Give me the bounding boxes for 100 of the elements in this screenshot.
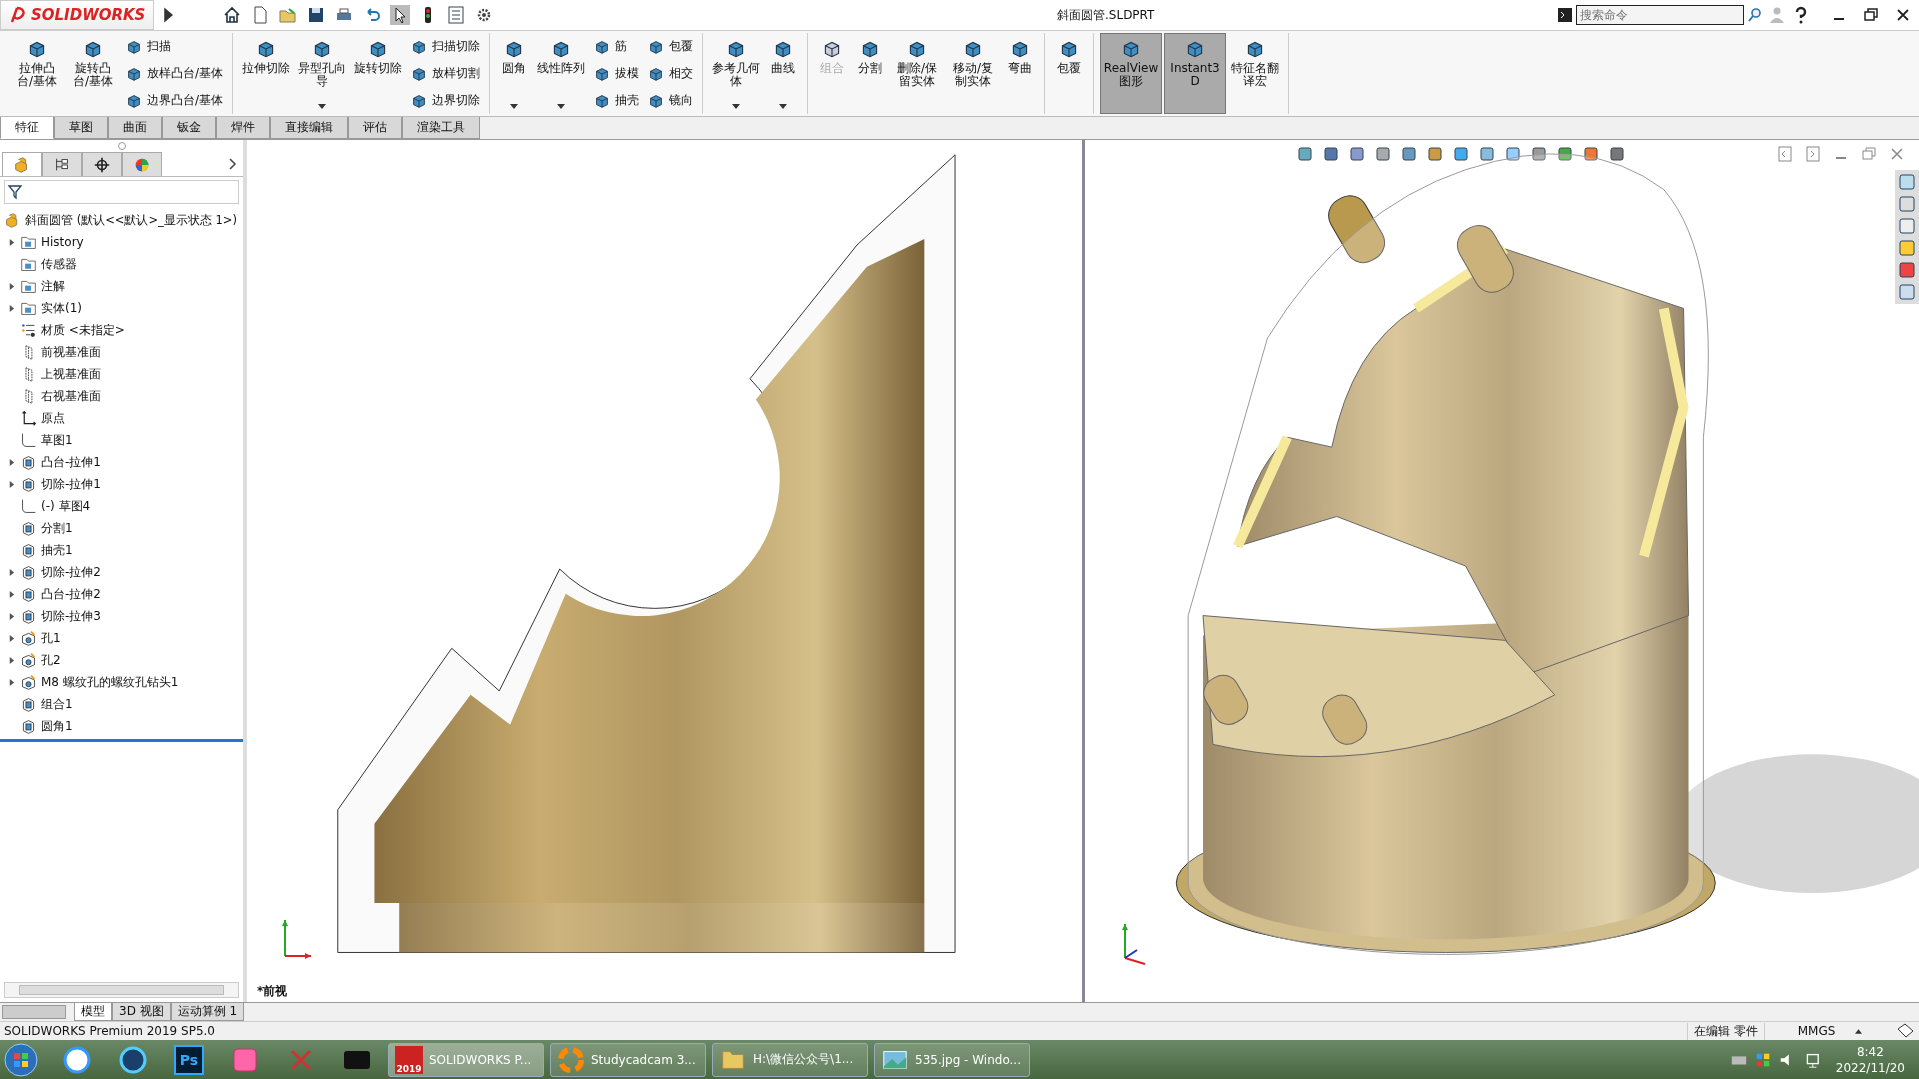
ribbon-button[interactable]: 特征名翻译宏 [1228, 33, 1283, 114]
ribbon-tab[interactable]: 直接编辑 [270, 117, 348, 139]
ribbon-button[interactable]: 抽壳 [590, 90, 643, 111]
horizontal-scrollbar[interactable] [4, 982, 239, 998]
ribbon-tab[interactable]: 焊件 [216, 117, 270, 139]
ribbon-button[interactable]: 镜向 [644, 90, 697, 111]
ribbon-tab[interactable]: 渲染工具 [402, 117, 480, 139]
expand-arrow-icon[interactable] [7, 281, 15, 291]
ribbon-button[interactable]: 拉伸凸台/基体 [10, 33, 64, 114]
tree-item[interactable]: 凸台-拉伸1 [41, 453, 101, 471]
ribbon-button[interactable]: 拔模 [590, 63, 643, 84]
tree-root-label[interactable]: 斜面圆管 (默认<<默认>_显示状态 1>) [25, 212, 237, 228]
ribbon-tab[interactable]: 草图 [54, 117, 108, 139]
open-folder-icon[interactable] [278, 5, 299, 25]
ribbon-button[interactable]: RealView图形 [1100, 33, 1163, 114]
tree-item[interactable]: 实体(1) [41, 299, 82, 317]
expand-arrow-icon[interactable] [7, 633, 15, 643]
tree-item[interactable]: 凸台-拉伸2 [41, 585, 101, 603]
tree-item[interactable]: 圆角1 [41, 717, 73, 735]
tree-item[interactable]: M8 螺纹孔的螺纹孔钻头1 [41, 673, 179, 691]
expand-arrow-icon[interactable] [7, 567, 15, 577]
tree-item[interactable]: 传感器 [41, 255, 77, 273]
model-tab[interactable]: 运动算例 1 [170, 1003, 245, 1021]
clock-date[interactable]: 2022/11/20 [1835, 1059, 1905, 1076]
ribbon-tab[interactable]: 评估 [348, 117, 402, 139]
tree-item[interactable]: 切除-拉伸3 [41, 607, 101, 625]
ribbon-button[interactable]: 异型孔向导 [295, 33, 350, 114]
model-tab[interactable]: 模型 [74, 1003, 112, 1021]
ribbon-button[interactable]: 包覆 [1051, 33, 1088, 114]
chevron-right-icon[interactable] [227, 157, 237, 171]
expand-arrow-icon[interactable] [7, 655, 15, 665]
ribbon-button[interactable]: 边界切除 [407, 90, 484, 111]
expand-arrow-icon[interactable] [7, 589, 15, 599]
task-pane-icon[interactable] [1897, 194, 1917, 214]
panel-tab[interactable] [82, 152, 122, 176]
ribbon-button[interactable]: 放样切割 [407, 63, 484, 84]
tree-item[interactable]: 草图1 [41, 431, 73, 449]
solidworks-logo[interactable]: SOLIDWORKS [0, 0, 155, 30]
ribbon-button[interactable]: 移动/复制实体 [946, 33, 1001, 114]
tree-item[interactable]: 孔1 [41, 629, 61, 647]
ribbon-button[interactable]: Instant3D [1164, 33, 1227, 114]
ribbon-button[interactable]: 放样凸台/基体 [122, 63, 227, 84]
ribbon-button[interactable]: 旋转切除 [351, 33, 406, 114]
taskbar-task[interactable]: Studycadcam 3... [550, 1042, 706, 1077]
ribbon-button[interactable]: 扫描 [122, 36, 227, 57]
units-selector[interactable]: MMGS [1775, 1023, 1885, 1039]
ribbon-button[interactable]: 相交 [644, 63, 697, 84]
ribbon-button[interactable]: 分割 [852, 33, 889, 114]
taskbar-task[interactable]: 2019 SOLIDWORKS P... [388, 1042, 544, 1077]
ribbon-button[interactable]: 扫描切除 [407, 36, 484, 57]
tree-item[interactable]: 抽壳1 [41, 541, 73, 559]
ribbon-button[interactable]: 删除/保留实体 [890, 33, 945, 114]
expand-arrow-icon[interactable] [7, 479, 15, 489]
taskbar-task[interactable]: 535.jpg - Windo... [874, 1042, 1030, 1077]
pinned-app[interactable]: Ps [174, 1044, 204, 1075]
ribbon-tab[interactable]: 曲面 [108, 117, 162, 139]
start-orb-icon[interactable] [4, 1042, 38, 1077]
model-tab[interactable]: 3D 视图 [112, 1003, 171, 1021]
tree-item[interactable]: 组合1 [41, 695, 73, 713]
ribbon-button[interactable]: 参考几何体 [709, 33, 764, 114]
panel-tab[interactable] [42, 152, 82, 176]
ribbon-button[interactable]: 边界凸台/基体 [122, 90, 227, 111]
ribbon-button[interactable]: 拉伸切除 [239, 33, 294, 114]
task-pane-icon[interactable] [1897, 282, 1917, 302]
tree-item[interactable]: 切除-拉伸2 [41, 563, 101, 581]
ribbon-tab[interactable]: 特征 [0, 117, 54, 139]
tree-item[interactable]: 材质 <未指定> [41, 321, 125, 339]
tree-item[interactable]: 右视基准面 [41, 387, 101, 405]
filter-field[interactable] [4, 180, 239, 204]
task-pane-icon[interactable] [1897, 216, 1917, 236]
task-pane-icon[interactable] [1897, 172, 1917, 192]
ribbon-button[interactable]: 线性阵列 [534, 33, 589, 114]
tree-item[interactable]: (-) 草图4 [41, 497, 91, 515]
ribbon-button[interactable]: 圆角 [496, 33, 533, 114]
ribbon-button[interactable]: 旋转凸台/基体 [66, 33, 120, 114]
expand-arrow-icon[interactable] [7, 303, 15, 313]
tree-item[interactable]: 前视基准面 [41, 343, 101, 361]
expand-arrow-icon[interactable] [7, 611, 15, 621]
tree-item[interactable]: 切除-拉伸1 [41, 475, 101, 493]
ribbon-button[interactable]: 弯曲 [1002, 33, 1039, 114]
taskbar-task[interactable]: H:\微信公众号\1... [712, 1042, 868, 1077]
ribbon-tab[interactable]: 钣金 [162, 117, 216, 139]
tree-item[interactable]: 孔2 [41, 651, 61, 669]
search-field[interactable]: 搜索命令 [1576, 5, 1744, 25]
expand-arrow-icon[interactable] [7, 677, 15, 687]
tree-item[interactable]: 分割1 [41, 519, 73, 537]
tree-item[interactable]: 注解 [41, 277, 65, 295]
list-panel-icon[interactable] [446, 5, 467, 25]
ribbon-button[interactable]: 包覆 [644, 36, 697, 57]
tree-item[interactable]: 原点 [41, 409, 65, 427]
cloud-app-icon[interactable] [62, 1044, 92, 1075]
tree-item[interactable]: History [41, 235, 84, 249]
expand-arrow-icon[interactable] [7, 457, 15, 467]
aperture-app-icon[interactable] [118, 1044, 148, 1075]
ribbon-button[interactable]: 筋 [590, 36, 643, 57]
expand-arrow-icon[interactable] [7, 237, 15, 247]
tree-item[interactable]: 上视基准面 [41, 365, 101, 383]
task-pane-icon[interactable] [1897, 238, 1917, 258]
clock-time[interactable]: 8:42 [1856, 1043, 1884, 1060]
task-pane-icon[interactable] [1897, 260, 1917, 280]
